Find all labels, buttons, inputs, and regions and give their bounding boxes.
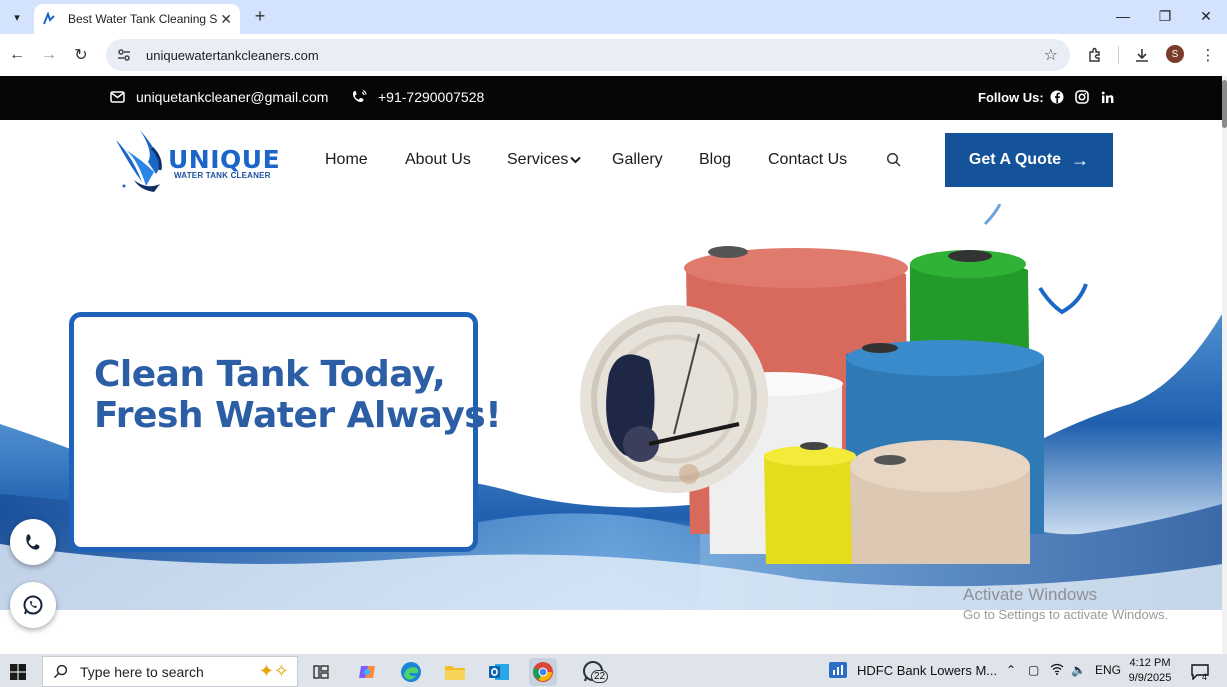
notification-count: 4 <box>1202 672 1208 682</box>
site-info-icon[interactable] <box>116 47 132 63</box>
window-close-icon[interactable]: ✕ <box>1186 4 1226 28</box>
phone-icon <box>26 534 40 550</box>
nav-home[interactable]: Home <box>325 151 368 169</box>
tank-cleaning-photo <box>580 305 768 493</box>
reload-icon[interactable]: ↻ <box>70 44 92 66</box>
kebab-menu-icon[interactable]: ⋮ <box>1197 44 1219 66</box>
taskbar-search-placeholder: Type here to search <box>80 663 204 680</box>
email-contact[interactable]: uniquetankcleaner@gmail.com <box>108 88 328 106</box>
get-a-quote-button[interactable]: Get A Quote → <box>945 133 1113 187</box>
browser-tab[interactable]: Best Water Tank Cleaning Servic ✕ <box>34 4 240 34</box>
stock-chart-icon <box>829 662 847 678</box>
nav-about-us[interactable]: About Us <box>405 151 471 169</box>
nav-blog[interactable]: Blog <box>699 151 731 169</box>
logo-wordmark[interactable]: UNIQUE <box>168 145 280 174</box>
whatsapp-unread-badge: 22 <box>591 670 609 683</box>
hero-headline-line2: Fresh Water Always! <box>94 395 502 436</box>
chrome-icon[interactable] <box>529 658 557 686</box>
chevron-up-icon[interactable]: ⌃ <box>1006 663 1016 677</box>
hero-headline-line1: Clean Tank Today, <box>94 354 446 395</box>
profile-avatar[interactable]: S <box>1166 45 1184 63</box>
device-icon[interactable]: ▢ <box>1028 663 1039 677</box>
floating-call-button[interactable] <box>10 519 56 565</box>
email-text: uniquetankcleaner@gmail.com <box>136 89 329 105</box>
floating-whatsapp-button[interactable] <box>10 582 56 628</box>
site-favicon-icon <box>42 12 56 26</box>
get-a-quote-label: Get A Quote <box>968 151 1062 168</box>
language-indicator[interactable]: ENG <box>1095 663 1121 677</box>
whatsapp-icon <box>23 595 43 615</box>
taskbar-search-box[interactable]: Type here to search ✦✧ <box>42 656 298 687</box>
copilot-icon[interactable] <box>353 658 381 686</box>
wifi-icon[interactable] <box>1050 663 1064 678</box>
chevron-down-icon <box>570 156 582 164</box>
phone-contact[interactable]: +91-7290007528 <box>350 88 484 106</box>
follow-us-label: Follow Us: <box>978 90 1044 105</box>
page-scrollbar-thumb[interactable] <box>1222 80 1227 128</box>
toolbar-divider <box>1118 46 1119 64</box>
plus-icon[interactable]: + <box>250 6 270 26</box>
notification-icon[interactable]: 4 <box>1186 658 1214 686</box>
restore-icon[interactable]: ❐ <box>1145 4 1185 28</box>
facebook-icon[interactable] <box>1049 89 1065 105</box>
clock-date: 9/9/2025 <box>1128 672 1172 684</box>
phone-volume-icon <box>350 88 368 106</box>
system-clock[interactable]: 4:12 PM 9/9/2025 <box>1122 656 1178 686</box>
file-explorer-icon[interactable] <box>441 658 469 686</box>
nav-services[interactable]: Services <box>507 151 582 169</box>
star-icon[interactable]: ☆ <box>1044 45 1058 65</box>
contact-topbar: uniquetankcleaner@gmail.com +91-72900075… <box>0 76 1222 120</box>
extensions-icon[interactable] <box>1084 44 1106 66</box>
nav-services-label: Services <box>507 151 569 168</box>
envelope-icon <box>108 88 126 106</box>
linkedin-icon[interactable] <box>1099 89 1115 105</box>
tab-title: Best Water Tank Cleaning Servic <box>68 12 218 26</box>
url-text: uniquewatertankcleaners.com <box>146 47 319 63</box>
news-widget[interactable]: HDFC Bank Lowers M... <box>829 662 997 678</box>
logo-tagline: WATER TANK CLEANER <box>174 171 271 180</box>
whatsapp-taskbar-icon[interactable]: 22 <box>575 658 611 686</box>
nav-gallery[interactable]: Gallery <box>612 151 663 169</box>
clock-time: 4:12 PM <box>1129 657 1171 669</box>
speaker-icon[interactable]: 🔈 <box>1071 663 1086 677</box>
search-icon <box>53 664 68 679</box>
address-bar[interactable]: uniquewatertankcleaners.com ☆ <box>106 39 1070 71</box>
windows-start-icon[interactable] <box>10 664 26 680</box>
outlook-icon[interactable] <box>485 658 513 686</box>
back-icon[interactable]: ← <box>6 44 28 66</box>
activate-windows-title: Activate Windows <box>963 585 1098 604</box>
edge-icon[interactable] <box>397 658 425 686</box>
download-icon[interactable] <box>1131 44 1153 66</box>
close-icon[interactable]: ✕ <box>220 11 232 28</box>
tab-search-icon[interactable]: ▾ <box>6 6 28 28</box>
nav-contact-us[interactable]: Contact Us <box>768 151 847 169</box>
instagram-icon[interactable] <box>1074 89 1090 105</box>
sparkle-icon: ✦✧ <box>258 661 289 681</box>
phone-text: +91-7290007528 <box>378 89 485 105</box>
minimize-icon[interactable]: — <box>1103 4 1143 28</box>
page-scrollbar-track[interactable] <box>1222 76 1227 654</box>
task-view-icon[interactable] <box>307 658 335 686</box>
news-headline: HDFC Bank Lowers M... <box>857 662 998 678</box>
forward-icon[interactable]: → <box>38 44 60 66</box>
activate-windows-subtitle: Go to Settings to activate Windows. <box>963 607 1169 622</box>
arrow-right-icon: → <box>1071 149 1090 170</box>
search-icon[interactable] <box>886 152 902 168</box>
